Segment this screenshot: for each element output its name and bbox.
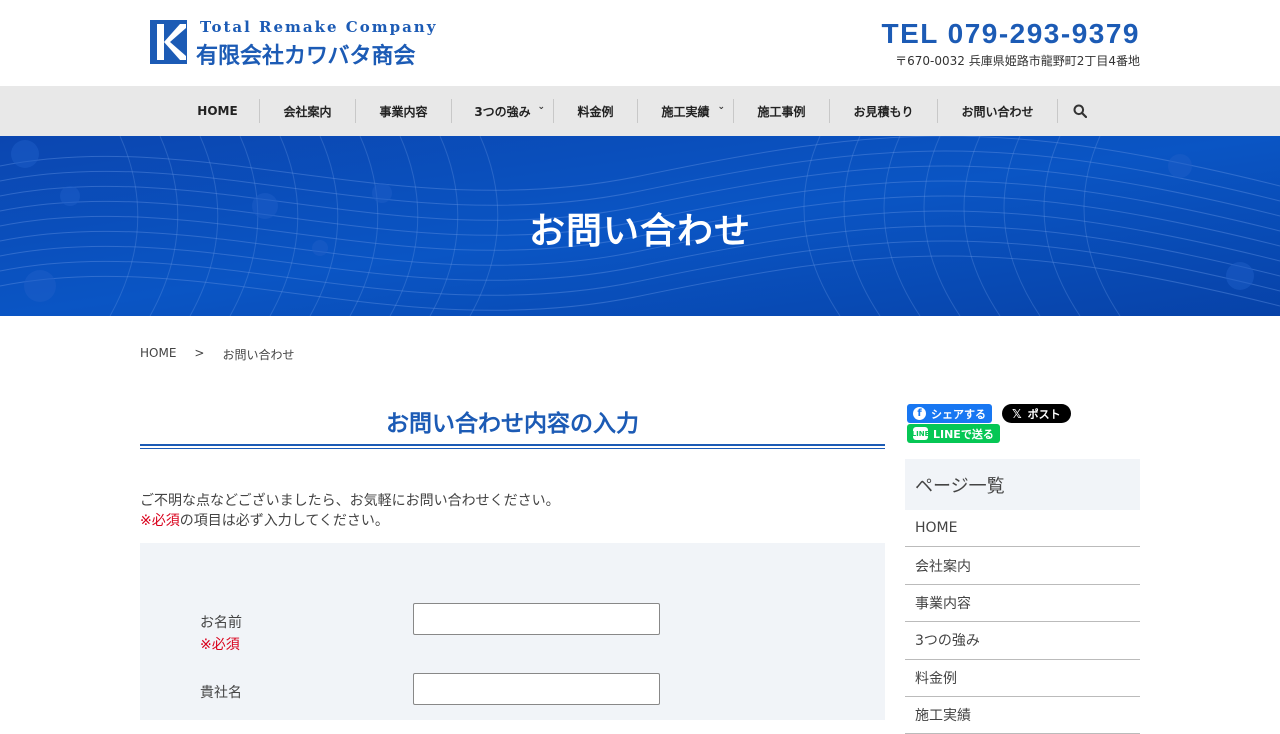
nav-label: 会社案内 <box>283 104 332 119</box>
nav-label: 施工実績 <box>661 104 710 119</box>
logo-japanese-text: 有限会社カワバタ商会 <box>196 43 416 69</box>
required-mark: ※必須 <box>140 513 180 529</box>
nav-item-estimate[interactable]: お見積もり <box>830 99 938 123</box>
breadcrumb-home-link[interactable]: HOME <box>140 346 176 363</box>
breadcrumb: HOME > お問い合わせ <box>140 346 294 363</box>
nav-item-home[interactable]: HOME <box>176 99 260 123</box>
search-icon[interactable] <box>1058 99 1102 123</box>
breadcrumb-current: お問い合わせ <box>222 348 295 362</box>
name-input[interactable] <box>413 603 660 635</box>
sidebar-item-company[interactable]: 会社案内 <box>905 547 1140 585</box>
line-share-label: LINEで送る <box>933 427 994 441</box>
page-hero-banner: お問い合わせ <box>0 136 1280 316</box>
nav-label: 事業内容 <box>379 104 428 119</box>
nav-items: HOME 会社案内 事業内容 3つの強み ⌄ 料金例 施工実績 ⌄ 施工事例 お見積… <box>176 86 1102 136</box>
nav-item-contact[interactable]: お問い合わせ <box>938 99 1058 123</box>
nav-label: 施工事例 <box>757 104 806 119</box>
sidebar-page-list: HOME 会社案内 事業内容 3つの強み 料金例 施工実績 <box>905 510 1140 734</box>
sidebar-item-results[interactable]: 施工実績 <box>905 697 1140 734</box>
page-title: お問い合わせ <box>528 211 751 252</box>
nav-label: 料金例 <box>577 104 614 119</box>
nav-item-pricing[interactable]: 料金例 <box>554 99 638 123</box>
facebook-icon: f <box>913 407 926 420</box>
facebook-share-label: シェアする <box>931 407 986 421</box>
sidebar-item-business[interactable]: 事業内容 <box>905 585 1140 623</box>
x-icon: 𝕏 <box>1012 406 1022 421</box>
sidebar-item-home[interactable]: HOME <box>905 510 1140 548</box>
nav-item-strengths[interactable]: 3つの強み ⌄ <box>452 99 554 123</box>
chevron-down-icon: ⌄ <box>537 102 545 112</box>
nav-label: 3つの強み <box>474 104 531 119</box>
name-required-badge: ※必須 <box>200 637 240 653</box>
chevron-down-icon: ⌄ <box>717 102 725 112</box>
name-label: お名前 <box>200 615 242 631</box>
title-divider <box>140 448 885 449</box>
company-address: 〒670-0032 兵庫県姫路市龍野町2丁目4番地 <box>895 54 1140 68</box>
nav-label: お問い合わせ <box>961 104 1034 119</box>
title-divider <box>140 444 885 446</box>
intro-text: ご不明な点などございましたら、お気軽にお問い合わせください。 <box>140 493 560 509</box>
breadcrumb-separator: > <box>194 346 205 360</box>
nav-item-company[interactable]: 会社案内 <box>260 99 356 123</box>
k-logo-icon <box>150 20 187 64</box>
company-label: 貴社名 <box>200 685 242 701</box>
x-post-label: ポスト <box>1027 407 1061 421</box>
contact-form: お名前 ※必須 貴社名 <box>140 543 885 720</box>
x-post-button[interactable]: 𝕏 ポスト <box>1002 404 1071 423</box>
required-note-text: の項目は必ず入力してください。 <box>179 513 389 529</box>
nav-item-results[interactable]: 施工実績 ⌄ <box>638 99 734 123</box>
sidebar-item-pricing[interactable]: 料金例 <box>905 660 1140 697</box>
required-note: ※必須の項目は必ず入力してください。 <box>140 510 389 530</box>
sidebar-heading: ページ一覧 <box>905 459 1140 510</box>
company-input[interactable] <box>413 673 660 705</box>
site-header: Total Remake Company 有限会社カワバタ商会 TEL 079-… <box>0 0 1280 86</box>
line-share-button[interactable]: LINE LINEで送る <box>907 424 1000 443</box>
nav-label: HOME <box>197 104 238 118</box>
company-logo[interactable]: Total Remake Company 有限会社カワバタ商会 <box>150 18 435 69</box>
nav-item-business[interactable]: 事業内容 <box>356 99 452 123</box>
facebook-share-button[interactable]: f シェアする <box>907 404 992 423</box>
section-title: お問い合わせ内容の入力 <box>386 411 639 437</box>
nav-item-cases[interactable]: 施工事例 <box>734 99 830 123</box>
nav-label: お見積もり <box>853 104 914 119</box>
phone-number[interactable]: TEL 079-293-9379 <box>881 18 1140 50</box>
sidebar-item-strengths[interactable]: 3つの強み <box>905 622 1140 660</box>
logo-english-text: Total Remake Company <box>200 18 438 36</box>
global-nav: HOME 会社案内 事業内容 3つの強み ⌄ 料金例 施工実績 ⌄ 施工事例 お見積… <box>0 86 1280 136</box>
line-icon: LINE <box>912 427 929 440</box>
